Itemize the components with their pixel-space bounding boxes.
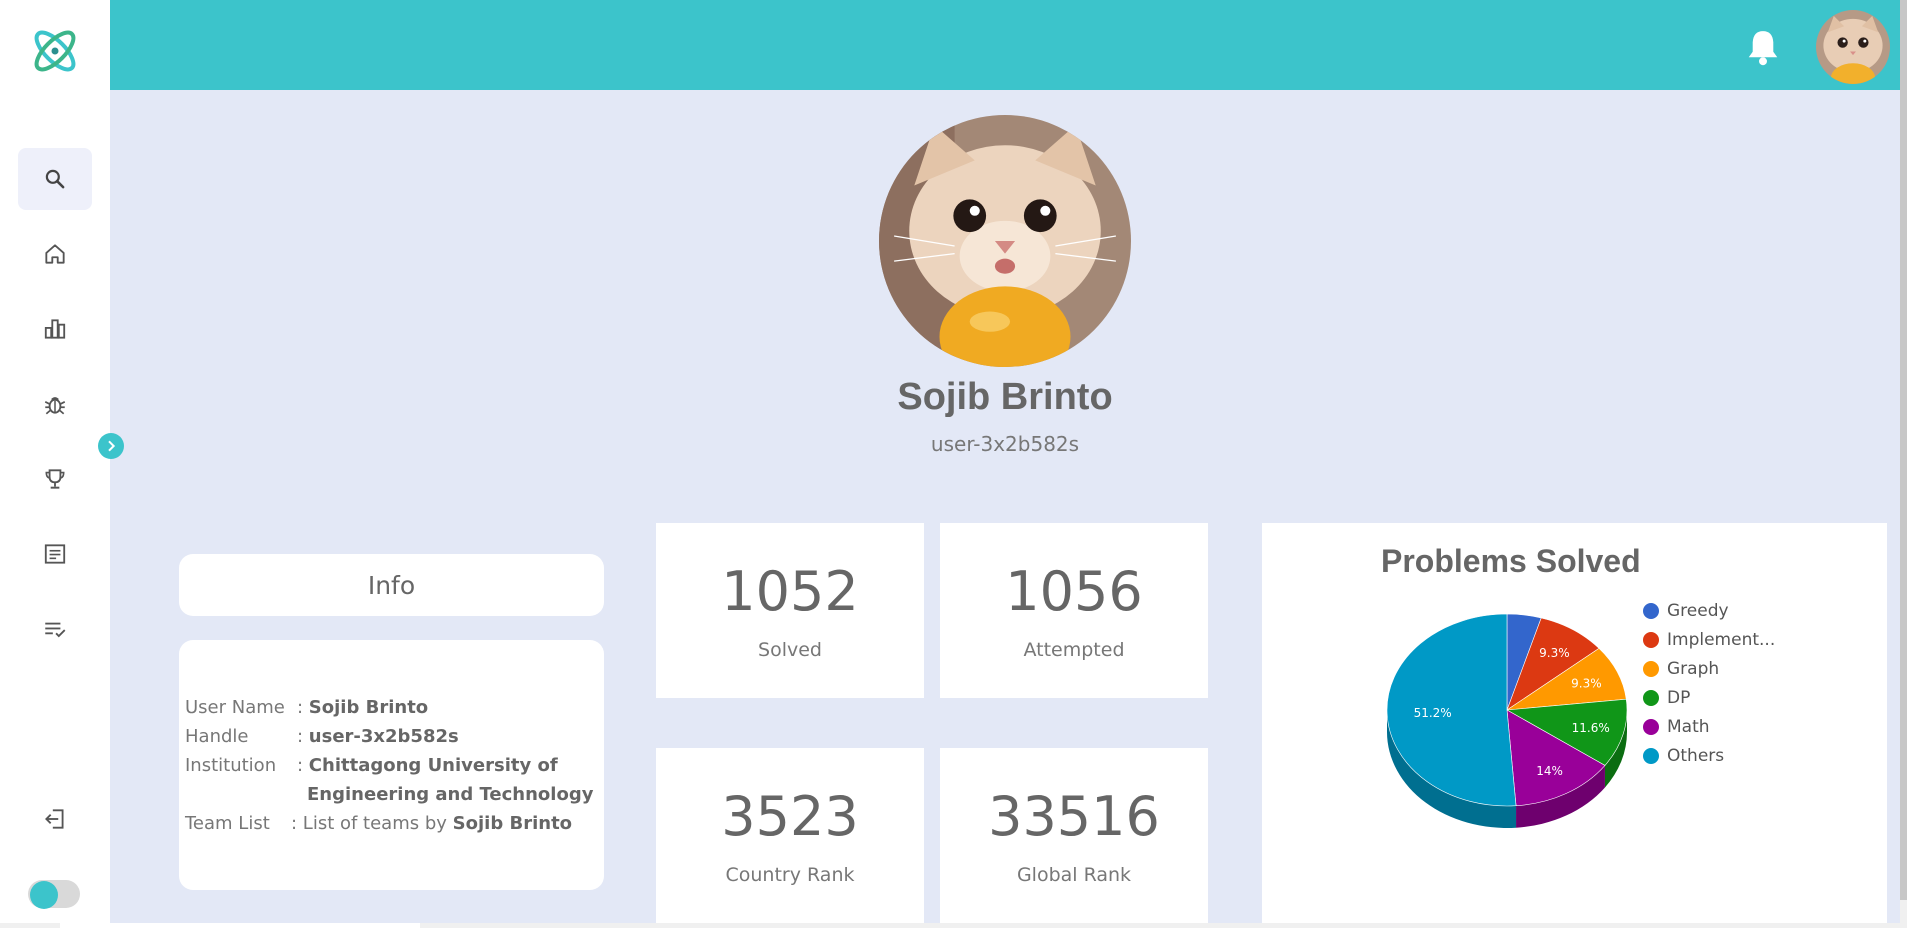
trophy-icon [45,469,65,489]
stat-card-attempted: 1056 Attempted [940,523,1208,698]
sidebar-item-submissions[interactable] [18,598,92,660]
info-label: Institution [185,755,277,776]
sidebar-item-search[interactable] [18,148,92,210]
info-separator: : [297,755,309,776]
list-check-icon [45,622,66,638]
legend-item[interactable]: Greedy [1643,596,1775,625]
pie-chart: 9.3% 9.3% 11.6% 14% 51.2% [1386,613,1628,828]
legend-swatch [1643,660,1659,677]
stat-value: 3523 [721,785,859,848]
notifications-button[interactable] [1744,26,1782,68]
info-value: Sojib Brinto [308,697,429,718]
info-label: Handle [185,726,249,747]
toggle-knob [30,881,58,909]
info-separator: : [291,813,303,834]
stat-label: Global Rank [1016,864,1132,886]
legend-label: DP [1667,687,1691,708]
scrollbar-thumb[interactable] [1900,0,1907,900]
sidebar-item-rankings[interactable] [18,298,92,360]
legend-item[interactable]: Implement... [1643,625,1775,654]
stat-card-global-rank: 33516 Global Rank [940,748,1208,923]
profile-avatar [879,115,1131,367]
stat-label: Attempted [1023,639,1125,661]
info-separator: : [297,697,309,718]
legend-label: Math [1667,716,1710,737]
info-separator: : [297,726,309,747]
bug-icon [44,397,66,415]
stat-label: Solved [758,639,822,661]
horizontal-scrollbar[interactable] [0,923,1900,928]
chart-legend: Greedy Implement... Graph DP Math Others [1643,596,1775,770]
info-label: Team List [185,813,270,834]
sidebar-item-problems[interactable] [18,373,92,435]
bell-icon [1748,31,1778,66]
team-list-text: List of teams by [302,813,447,834]
info-row-institution: Institution: Chittagong University of [185,755,558,776]
top-header [110,0,1900,90]
legend-item[interactable]: DP [1643,683,1775,712]
legend-label: Greedy [1667,600,1729,621]
legend-label: Implement... [1667,629,1776,650]
stat-label: Country Rank [725,864,855,886]
legend-item[interactable]: Graph [1643,654,1775,683]
theme-toggle[interactable] [28,880,80,909]
pie-data-label: 51.2% [1414,706,1452,720]
info-row-team-list: Team List: List of teams by Sojib Brinto [185,813,572,834]
bar-chart-icon [44,319,66,339]
search-icon [45,169,65,189]
profile-handle: user-3x2b582s [930,432,1080,456]
legend-swatch [1643,689,1659,706]
sidebar [0,0,110,928]
home-icon [45,244,65,264]
stat-value: 1056 [1005,560,1143,623]
info-value: user-3x2b582s [308,726,459,747]
pie-data-label: 11.6% [1572,721,1610,735]
legend-label: Others [1667,745,1725,766]
info-title: Info [367,570,416,600]
cat-profile-image [879,115,1131,367]
legend-swatch [1643,631,1659,648]
profile-name: Sojib Brinto [897,376,1113,418]
stat-value: 33516 [988,785,1160,848]
info-row-institution-cont: Engineering and Technology [307,784,593,805]
info-header: Info [179,554,604,616]
vertical-scrollbar[interactable] [1900,0,1907,928]
legend-item[interactable]: Math [1643,712,1775,741]
sidebar-item-contests[interactable] [18,448,92,510]
pie-data-label: 9.3% [1539,646,1570,660]
info-card: User Name: Sojib Brinto Handle: user-3x2… [179,640,604,890]
info-row-user-name: User Name: Sojib Brinto [185,697,428,718]
legend-swatch [1643,602,1659,619]
legend-swatch [1643,747,1659,764]
legend-swatch [1643,718,1659,735]
sidebar-expand-button[interactable] [98,433,124,459]
article-icon [44,544,66,564]
chevron-right-icon [108,440,116,452]
info-row-handle: Handle: user-3x2b582s [185,726,459,747]
user-avatar[interactable] [1816,10,1890,84]
sidebar-item-home[interactable] [18,223,92,285]
stat-card-solved: 1052 Solved [656,523,924,698]
team-list-owner-link[interactable]: Sojib Brinto [453,813,572,834]
stat-value: 1052 [721,560,859,623]
logout-button[interactable] [18,788,92,850]
logout-icon [45,809,64,829]
pie-data-label: 14% [1536,764,1563,778]
legend-item[interactable]: Others [1643,741,1775,770]
info-value: Engineering and Technology [307,784,594,805]
app-logo[interactable] [28,24,82,78]
pie-data-label: 9.3% [1571,677,1602,691]
hscrollbar-thumb[interactable] [60,923,420,928]
legend-label: Graph [1667,658,1720,679]
cat-avatar-image [1816,10,1890,84]
problems-solved-chart: Problems Solved 9.3% 9.3% 11.6% 14% 51.2% Gr… [1262,523,1887,928]
sidebar-item-blogs[interactable] [18,523,92,585]
info-label: User Name [185,697,285,718]
info-value: Chittagong University of [308,755,558,776]
stat-card-country-rank: 3523 Country Rank [656,748,924,923]
